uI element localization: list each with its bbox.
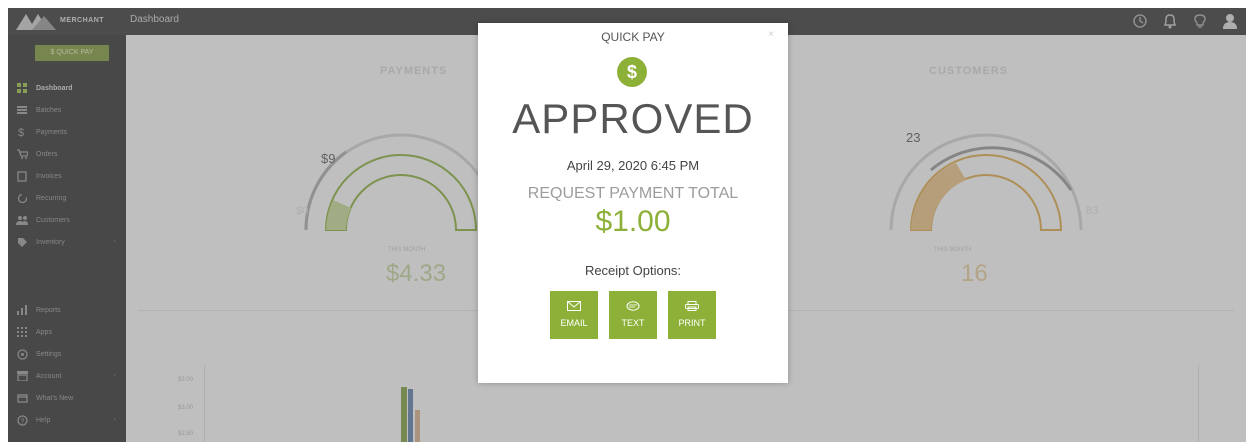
quick-pay-modal: QUICK PAY × $ APPROVED April 29, 2020 6:… (478, 23, 788, 383)
email-receipt-button[interactable]: EMAIL (550, 291, 598, 339)
dollar-badge-icon: $ (617, 57, 647, 87)
print-receipt-button[interactable]: PRINT (668, 291, 716, 339)
modal-title: QUICK PAY (601, 30, 665, 44)
app-window: MERCHANT Dashboard $ QUICK PAY Dashboard (8, 8, 1246, 442)
envelope-icon (567, 301, 581, 311)
payment-amount: $1.00 (595, 205, 671, 238)
email-button-label: EMAIL (560, 318, 588, 328)
transaction-datetime: April 29, 2020 6:45 PM (566, 158, 700, 173)
chat-icon (626, 301, 640, 311)
payment-total-label: REQUEST PAYMENT TOTAL (527, 185, 739, 202)
printer-icon (685, 301, 699, 311)
text-button-label: TEXT (621, 318, 645, 328)
close-icon[interactable]: × (768, 29, 774, 40)
status-approved: APPROVED (512, 95, 754, 142)
text-receipt-button[interactable]: TEXT (609, 291, 657, 339)
print-button-label: PRINT (678, 318, 706, 328)
receipt-options-label: Receipt Options: (584, 263, 682, 278)
